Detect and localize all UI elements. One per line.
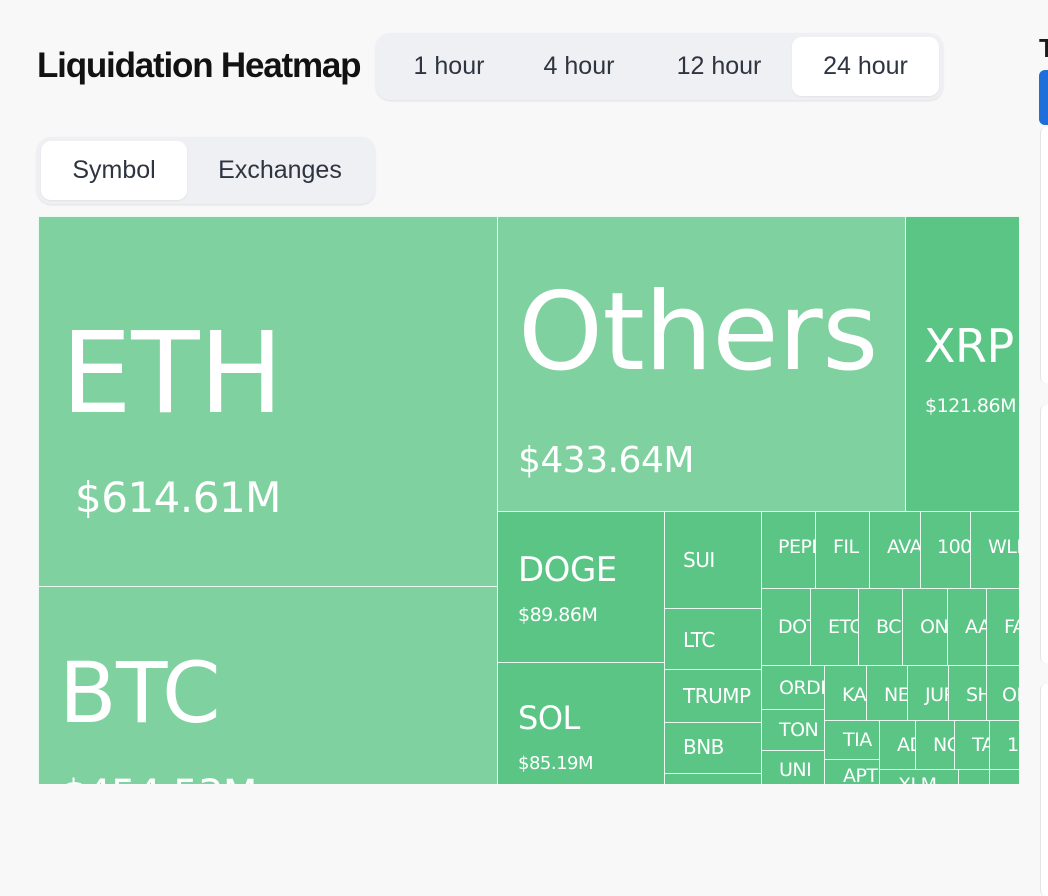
heatmap-cell-shib[interactable]: SHIB [948,665,987,721]
heatmap-cell-bnb[interactable]: BNB [664,722,762,774]
heatmap-cell-small[interactable] [989,769,1019,784]
right-panel-card [1040,684,1048,896]
heatmap-cell-ada[interactable]: ADA [879,720,916,770]
heatmap-cell-wld[interactable]: WLD [970,511,1019,589]
heatmap-cell-others[interactable]: Others $433.64M [497,216,906,512]
cell-symbol: ORDI [779,677,825,699]
cell-symbol: Others [518,270,878,395]
heatmap-cell-etc[interactable]: ETC [810,588,859,666]
heatmap-cell-fil[interactable]: FIL [815,511,870,589]
cell-symbol: TIA [843,729,872,751]
heatmap-cell-ordi[interactable]: ORDI [761,665,825,710]
cell-symbol: FIL [833,536,859,558]
cell-value: $433.64M [518,440,694,481]
time-option-1-hour[interactable]: 1 hour [380,37,518,96]
heatmap-cell-dot[interactable]: DOT [761,588,811,666]
view-option-symbol[interactable]: Symbol [41,141,187,200]
heatmap-cell-tao[interactable]: TAO [954,720,990,770]
cell-symbol: AVAX [887,536,921,558]
cell-symbol: ETH [61,309,283,439]
cell-symbol: XRP [924,319,1014,373]
heatmap-cell-kas[interactable]: KAS [824,665,867,721]
view-mode-selector: Symbol Exchanges [37,137,375,204]
right-panel-label: T [1039,33,1048,63]
heatmap-cell-ltc[interactable]: LTC [664,608,762,670]
cell-symbol: SOL [518,699,580,737]
heatmap-cell-trump[interactable]: TRUMP [664,669,762,723]
heatmap-cell-ton[interactable]: TON [761,709,825,751]
cell-symbol: TRUMP [683,684,751,708]
heatmap-cell-near[interactable]: NEAR [866,665,908,721]
cell-symbol: BNB [683,735,724,759]
cell-symbol: DOGE [518,550,617,590]
heatmap-cell-ondo[interactable]: ONDO [902,588,948,666]
time-option-4-hour[interactable]: 4 hour [514,37,644,96]
view-option-exchanges[interactable]: Exchanges [189,141,371,200]
cell-symbol: ONDO [920,616,948,638]
cell-symbol: DOT [778,616,810,638]
cell-symbol: TON [779,719,819,741]
heatmap-cell-apt[interactable]: APT [824,759,880,784]
heatmap-cell-tia[interactable]: TIA [824,720,880,760]
liquidation-heatmap: ETH $614.61M BTC $454.53M Others $433.64… [38,216,1019,784]
heatmap-cell-sui[interactable]: SUI [664,511,762,609]
time-range-selector: 1 hour 4 hour 12 hour 24 hour [376,33,943,100]
cell-symbol: 1000 [937,536,971,558]
heatmap-cell-xrp[interactable]: XRP $121.86M [905,216,1019,512]
cell-value: $454.53M [61,775,257,784]
cell-symbol: ETC [828,616,859,638]
cell-symbol: ADA [897,734,915,756]
heatmap-cell-eth[interactable]: ETH $614.61M [38,216,498,588]
right-panel-card [1040,127,1048,383]
cell-symbol: KAS [842,684,867,706]
cell-value: $121.86M [925,395,1016,417]
cell-symbol: WLD [988,536,1019,558]
heatmap-cell-sol[interactable]: SOL $85.19M [497,662,665,784]
heatmap-cell-btc[interactable]: BTC $454.53M [38,586,498,784]
heatmap-cell-xlm[interactable]: XLM [879,769,959,784]
right-panel-card [1040,405,1048,663]
cell-value: $614.61M [75,473,281,522]
cell-symbol: PEPE [778,536,815,558]
cell-symbol: APT [843,765,878,785]
cell-symbol: NOT [933,734,954,756]
heatmap-cell-aave[interactable]: AAVE [947,588,987,666]
heatmap-cell-small[interactable] [664,773,762,784]
heatmap-cell-doge[interactable]: DOGE $89.86M [497,511,665,663]
page-title: Liquidation Heatmap [37,46,362,85]
cell-symbol: UNI [779,759,812,781]
heatmap-cell-jup[interactable]: JUP [907,665,949,721]
time-option-24-hour[interactable]: 24 hour [792,37,939,96]
cell-symbol: NEAR [884,684,908,706]
cell-symbol: 1000 [1007,734,1019,756]
cell-symbol: OP [1002,684,1019,706]
cell-symbol: BCH [876,616,902,638]
cell-symbol: JUP [925,684,948,706]
cell-symbol: BTC [59,644,221,742]
cell-symbol: FA [1004,616,1019,638]
heatmap-cell-uni[interactable]: UNI [761,750,825,784]
right-panel-active-tab[interactable] [1039,70,1048,125]
heatmap-cell-bch[interactable]: BCH [858,588,903,666]
heatmap-cell-1000-b[interactable]: 1000 [989,720,1019,770]
cell-symbol: AAVE [965,616,987,638]
heatmap-cell-1000[interactable]: 1000 [920,511,971,589]
time-option-12-hour[interactable]: 12 hour [646,37,792,96]
heatmap-cell-not[interactable]: NOT [915,720,955,770]
cell-symbol: SHIB [966,684,986,706]
cell-value: $89.86M [518,604,598,626]
cell-symbol: SUI [683,548,715,572]
cell-symbol: XLM [898,776,937,785]
cell-value: $85.19M [518,753,594,774]
heatmap-cell-op[interactable]: OP [986,665,1019,721]
heatmap-cell-avax[interactable]: AVAX [869,511,921,589]
heatmap-cell-small[interactable] [958,769,990,784]
heatmap-cell-pepe[interactable]: PEPE [761,511,816,589]
heatmap-cell-fa[interactable]: FA [986,588,1019,666]
cell-symbol: LTC [683,628,715,652]
cell-symbol: TAO [972,734,989,756]
